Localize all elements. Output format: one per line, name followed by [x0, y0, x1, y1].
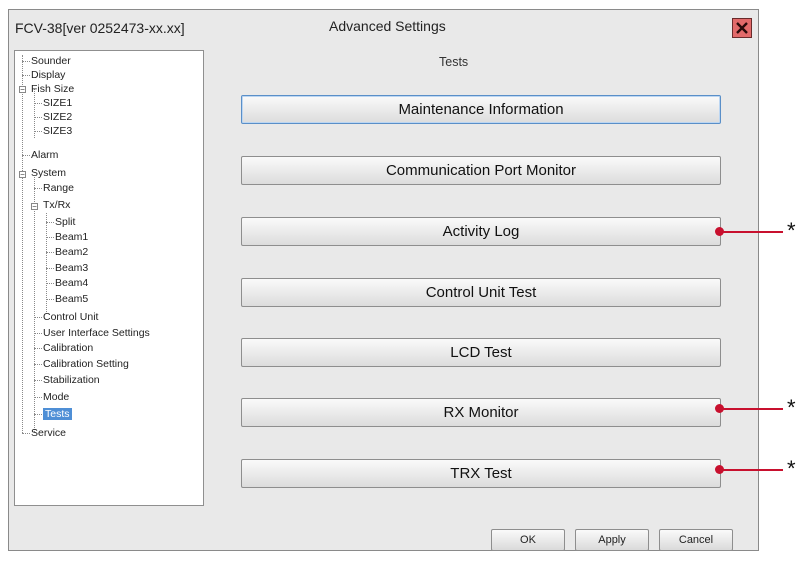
- tree-item-beam2[interactable]: Beam2: [55, 245, 88, 259]
- fish-size-expander-icon[interactable]: −: [19, 86, 26, 94]
- activity-log-button[interactable]: Activity Log: [241, 217, 721, 246]
- tree-item-system[interactable]: System: [31, 166, 66, 180]
- tree-item-beam4[interactable]: Beam4: [55, 276, 88, 290]
- tree-item-size1[interactable]: SIZE1: [43, 96, 72, 110]
- ok-button[interactable]: OK: [491, 529, 565, 551]
- tx-rx-expander-icon[interactable]: −: [31, 203, 38, 211]
- callout-line: [719, 408, 783, 410]
- tree-item-control-unit[interactable]: Control Unit: [43, 310, 98, 324]
- trx-test-button[interactable]: TRX Test: [241, 459, 721, 488]
- rx-monitor-button[interactable]: RX Monitor: [241, 398, 721, 427]
- cancel-button[interactable]: Cancel: [659, 529, 733, 551]
- tree-item-size2[interactable]: SIZE2: [43, 110, 72, 124]
- control-unit-test-button[interactable]: Control Unit Test: [241, 278, 721, 307]
- tree-item-tests[interactable]: Tests: [43, 407, 72, 421]
- lcd-test-button[interactable]: LCD Test: [241, 338, 721, 367]
- activity-log-callout: *: [715, 220, 801, 242]
- tree-item-range[interactable]: Range: [43, 181, 74, 195]
- tree-item-split[interactable]: Split: [55, 215, 75, 229]
- close-button[interactable]: [732, 18, 752, 38]
- callout-asterisk: *: [787, 218, 796, 243]
- tree-item-stabilization[interactable]: Stabilization: [43, 373, 100, 387]
- communication-port-monitor-button[interactable]: Communication Port Monitor: [241, 156, 721, 185]
- callout-line: [719, 469, 783, 471]
- app-title: FCV-38[ver 0252473-xx.xx]: [15, 20, 185, 36]
- rx-monitor-callout: *: [715, 397, 801, 419]
- tree-item-tx-rx[interactable]: Tx/Rx: [43, 198, 70, 212]
- title-bar: FCV-38[ver 0252473-xx.xx] Advanced Setti…: [9, 10, 758, 46]
- settings-tree: − − − Sounder Display Fish Size SIZE1 SI…: [14, 50, 204, 506]
- system-expander-icon[interactable]: −: [19, 171, 26, 179]
- tree-item-sounder[interactable]: Sounder: [31, 54, 71, 68]
- tree-item-beam5[interactable]: Beam5: [55, 292, 88, 306]
- close-icon: [736, 22, 748, 34]
- apply-button[interactable]: Apply: [575, 529, 649, 551]
- tree-item-display[interactable]: Display: [31, 68, 65, 82]
- tree-item-beam1[interactable]: Beam1: [55, 230, 88, 244]
- callout-line: [719, 231, 783, 233]
- tree-item-size3[interactable]: SIZE3: [43, 124, 72, 138]
- panel-title: Tests: [439, 55, 469, 69]
- advanced-settings-window: FCV-38[ver 0252473-xx.xx] Advanced Setti…: [8, 9, 759, 551]
- callout-asterisk: *: [787, 456, 796, 481]
- tree-item-user-interface-settings[interactable]: User Interface Settings: [43, 326, 150, 340]
- trx-test-callout: *: [715, 458, 801, 480]
- tree-item-fish-size[interactable]: Fish Size: [31, 82, 74, 96]
- tree-item-service[interactable]: Service: [31, 426, 66, 440]
- tree-item-alarm[interactable]: Alarm: [31, 148, 58, 162]
- maintenance-information-button[interactable]: Maintenance Information: [241, 95, 721, 124]
- tree-item-calibration[interactable]: Calibration: [43, 341, 93, 355]
- callout-asterisk: *: [787, 395, 796, 420]
- tree-item-beam3[interactable]: Beam3: [55, 261, 88, 275]
- tree-item-calibration-setting[interactable]: Calibration Setting: [43, 357, 129, 371]
- tree-item-mode[interactable]: Mode: [43, 390, 69, 404]
- dialog-title: Advanced Settings: [329, 18, 446, 34]
